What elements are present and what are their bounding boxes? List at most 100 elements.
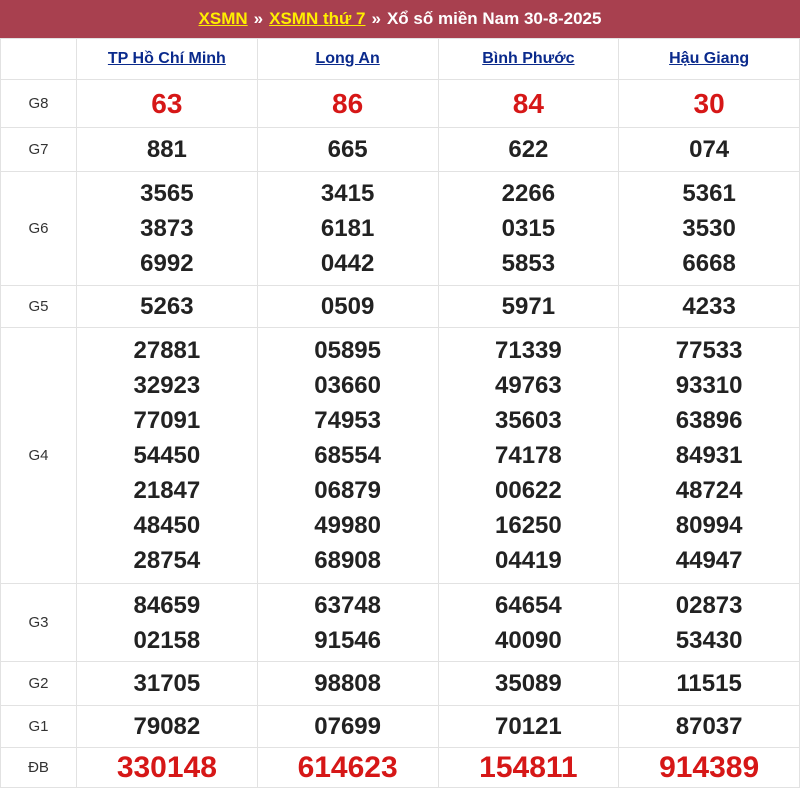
prize-number: 79082 (133, 713, 201, 740)
prize-number: 6181 (320, 215, 375, 242)
prize-number: 2266 (501, 180, 556, 207)
prize-number: 6668 (682, 250, 736, 277)
prize-number: 3565 (140, 180, 194, 207)
prize-number: 84931 (675, 442, 743, 469)
prize-cell: 02873 53430 (618, 583, 800, 662)
prize-cell: 63748 91546 (256, 583, 439, 662)
prize-number: 84659 (133, 591, 201, 619)
prize-row: G4 27881 32923 77091 54450 21847 48450 28754 058… (0, 327, 800, 584)
prize-cell: 84 (437, 79, 620, 128)
prize-number: 04419 (495, 547, 562, 574)
prize-label: G7 (0, 127, 77, 172)
prize-cell: 30 (618, 79, 800, 128)
prize-number: 49980 (314, 512, 381, 539)
prize-cell: 5263 (76, 285, 258, 328)
prize-number: 35089 (495, 670, 562, 697)
prize-cell: 154811 (437, 747, 620, 788)
prize-cell: 87037 (618, 705, 800, 748)
prize-cell: 64654 40090 (437, 583, 620, 662)
prize-number: 74953 (314, 407, 381, 434)
prize-row: ĐB 330148 614623 154811 914389 (0, 747, 800, 788)
prize-number: 06879 (314, 477, 381, 504)
prize-number: 914389 (659, 751, 760, 784)
prize-label: G2 (0, 661, 77, 706)
prize-number: 614623 (297, 751, 398, 784)
prize-number: 28754 (133, 547, 201, 574)
prize-cell: 98808 (256, 661, 439, 706)
prize-cell: 07699 (256, 705, 439, 748)
prize-number: 48724 (675, 477, 743, 504)
prize-label: G4 (0, 327, 77, 584)
prize-number: 63896 (675, 407, 743, 434)
prize-cell: 3565 3873 6992 (76, 171, 258, 286)
page-title: Xổ số miền Nam 30-8-2025 (386, 9, 602, 28)
prize-number: 80994 (675, 512, 743, 539)
prize-row: G6 3565 3873 6992 3415 6181 0442 2266 0315 5853 53… (0, 171, 800, 286)
prize-number: 0509 (320, 293, 375, 320)
prize-number: 63 (151, 88, 183, 119)
prize-cell: 31705 (76, 661, 258, 706)
prize-number: 86 (332, 88, 364, 119)
prize-number: 0442 (320, 250, 375, 277)
prize-number: 93310 (675, 372, 743, 399)
prize-cell: 881 (76, 127, 258, 172)
province-header-row: TP Hồ Chí Minh Long An Bình Phước Hậu Gi… (0, 38, 800, 80)
prize-number: 74178 (495, 442, 562, 469)
province-link[interactable]: Bình Phước (482, 50, 574, 67)
prize-cell: 70121 (437, 705, 620, 748)
prize-number: 35603 (495, 407, 562, 434)
prize-cell: 330148 (76, 747, 258, 788)
prize-number: 3530 (682, 215, 736, 242)
prize-cell: 86 (256, 79, 439, 128)
prize-cell: 5971 (437, 285, 620, 328)
prize-cell: 3415 6181 0442 (256, 171, 439, 286)
province-link[interactable]: Long An (315, 50, 379, 67)
prize-number: 68554 (314, 442, 381, 469)
prize-cell: 63 (76, 79, 258, 128)
prize-label: G3 (0, 583, 77, 662)
breadcrumb-separator: » (253, 9, 264, 28)
prize-number: 11515 (676, 670, 742, 697)
prize-number: 84 (512, 88, 544, 119)
prize-cell: 84659 02158 (76, 583, 258, 662)
prize-label: G6 (0, 171, 77, 286)
prize-number: 6992 (140, 250, 194, 277)
prize-number: 54450 (133, 442, 201, 469)
prize-number: 77091 (133, 407, 201, 434)
xsmn-link[interactable]: XSMN (199, 9, 248, 29)
prize-number: 87037 (675, 713, 743, 740)
prize-cell: 4233 (618, 285, 800, 328)
prize-number: 70121 (495, 713, 562, 740)
prize-number: 91546 (314, 626, 381, 654)
prize-number: 40090 (495, 626, 562, 654)
prize-cell: 0509 (256, 285, 439, 328)
prize-number: 31705 (133, 670, 201, 697)
prize-number: 02873 (675, 591, 743, 619)
province-link[interactable]: TP Hồ Chí Minh (108, 50, 226, 67)
prize-number: 881 (146, 136, 187, 163)
prize-number: 05895 (314, 337, 381, 364)
prize-number: 154811 (479, 751, 578, 784)
prize-number: 63748 (314, 591, 381, 619)
prize-number: 44947 (675, 547, 743, 574)
prize-cell: 5361 3530 6668 (618, 171, 800, 286)
prize-number: 5853 (501, 250, 556, 277)
prize-row: G2 31705 98808 35089 11515 (0, 661, 800, 706)
prize-row: G8 63 86 84 30 (0, 79, 800, 128)
prize-label: ĐB (0, 747, 77, 788)
prize-cell: 914389 (618, 747, 800, 788)
prize-number: 21847 (133, 477, 201, 504)
prize-number: 77533 (675, 337, 743, 364)
prize-cell: 27881 32923 77091 54450 21847 48450 28754 (76, 327, 258, 584)
prize-number: 3415 (320, 180, 375, 207)
prize-number: 3873 (140, 215, 194, 242)
prize-number: 02158 (133, 626, 201, 654)
prize-number: 00622 (495, 477, 562, 504)
prize-number: 622 (508, 136, 549, 163)
prize-number: 5361 (682, 180, 736, 207)
province-link[interactable]: Hậu Giang (669, 50, 749, 67)
prize-label: G1 (0, 705, 77, 748)
prize-number: 53430 (675, 626, 743, 654)
prize-cell: 05895 03660 74953 68554 06879 49980 68908 (256, 327, 439, 584)
xsmn-thu7-link[interactable]: XSMN thứ 7 (269, 9, 365, 29)
